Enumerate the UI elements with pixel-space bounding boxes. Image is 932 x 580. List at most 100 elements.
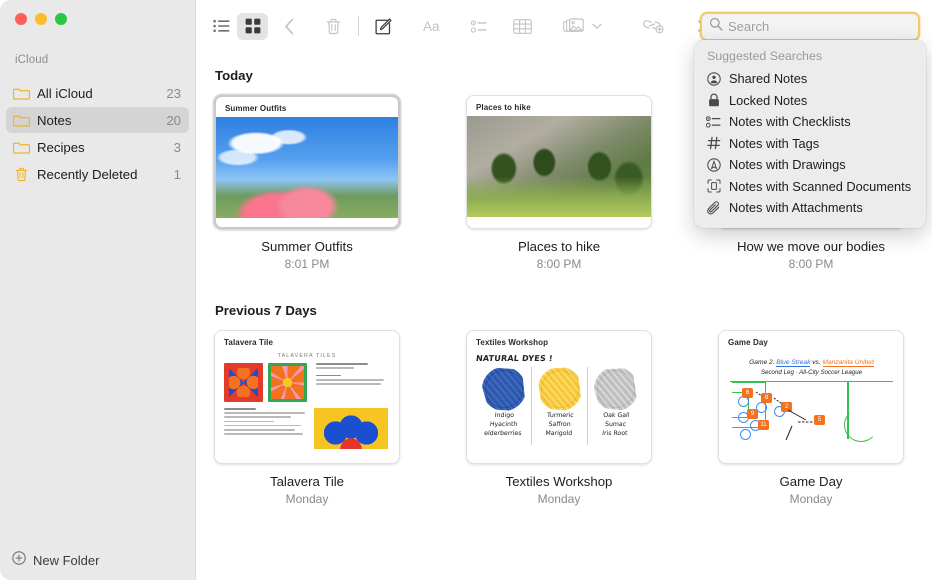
media-icon [563, 18, 584, 34]
paperclip-icon [706, 200, 721, 215]
folder-icon [13, 139, 30, 156]
note-card-places-to-hike[interactable]: Places to hike Places to hike 8:00 PM [466, 95, 652, 271]
note-thumb-heading: Places to hike [467, 96, 651, 116]
textiles-swatch-indigo: Indigo Hyacinth elderberries [476, 367, 531, 445]
format-button[interactable]: Aa [419, 13, 450, 40]
gameday-line-2: Second Leg · All-City Soccer League [730, 369, 893, 376]
sidebar-item-count: 20 [166, 113, 181, 128]
minimize-button[interactable] [35, 13, 47, 25]
sidebar-item-count: 1 [174, 167, 181, 182]
search-container: Search [700, 12, 920, 41]
suggestion-notes-with-drawings[interactable]: Notes with Drawings [694, 154, 926, 176]
sidebar-item-all-icloud[interactable]: All iCloud 23 [6, 80, 189, 106]
svg-text:Aa: Aa [423, 19, 440, 34]
sidebar-item-label: Recipes [37, 140, 174, 155]
aa-format-icon: Aa [423, 19, 447, 34]
note-thumbnail[interactable]: Game Day Game 2. Blue Streak vs. Manzani… [718, 330, 904, 464]
note-card-textiles-workshop[interactable]: Textiles Workshop NATURAL DYES ! Indigo … [466, 330, 652, 506]
list-view-button[interactable] [206, 13, 237, 40]
new-folder-button[interactable]: New Folder [0, 540, 195, 580]
sidebar: iCloud All iCloud 23 Notes 20 [0, 0, 196, 580]
note-title: Talavera Tile [214, 474, 400, 489]
sidebar-section-title: iCloud [15, 54, 48, 66]
field-center-arc [844, 408, 878, 442]
notes-row-previous-7-days: Talavera Tile TALAVERA TILES [214, 330, 932, 506]
table-button[interactable] [507, 13, 538, 40]
note-card-game-day[interactable]: Game Day Game 2. Blue Streak vs. Manzani… [718, 330, 904, 506]
gameday-vs: vs. [812, 359, 820, 366]
talavera-tile-b [268, 363, 307, 402]
note-card-summer-outfits[interactable]: Summer Outfits Summer Outfits 8:01 PM [214, 95, 400, 271]
suggestion-notes-with-scanned-documents[interactable]: Notes with Scanned Documents [694, 176, 926, 198]
new-folder-label: New Folder [33, 553, 99, 568]
swatch-label: Indigo Hyacinth elderberries [475, 412, 532, 439]
swatch-circle [485, 370, 523, 408]
swatch-circle [541, 370, 579, 408]
close-button[interactable] [15, 13, 27, 25]
note-date: Monday [466, 492, 652, 506]
suggestion-notes-with-tags[interactable]: Notes with Tags [694, 133, 926, 155]
lock-icon [706, 93, 721, 108]
talavera-process-block [224, 408, 308, 449]
note-date: Monday [718, 492, 904, 506]
talavera-lower-row [224, 408, 390, 449]
textiles-swatch-turmeric: Turmeric Saffron Marigold [531, 367, 587, 445]
suggestion-label: Locked Notes [729, 93, 807, 108]
suggestion-shared-notes[interactable]: Shared Notes [694, 68, 926, 90]
zoom-button[interactable] [55, 13, 67, 25]
gameday-prefix: Game 2. [749, 359, 774, 366]
note-thumb-image [216, 117, 398, 218]
sidebar-list: All iCloud 23 Notes 20 Recipes 3 [6, 80, 189, 188]
gallery-view-button[interactable] [237, 13, 268, 40]
suggested-searches-popover: Suggested Searches Shared Notes Locked N… [694, 40, 926, 228]
collaborate-link-icon [643, 18, 665, 34]
sidebar-item-notes[interactable]: Notes 20 [6, 107, 189, 133]
media-button[interactable] [558, 13, 589, 40]
suggestion-locked-notes[interactable]: Locked Notes [694, 90, 926, 112]
player-tag: 5 [814, 415, 825, 425]
checklist-button[interactable] [463, 13, 494, 40]
plus-circle-icon [12, 551, 26, 570]
sidebar-item-recipes[interactable]: Recipes 3 [6, 134, 189, 160]
note-title: Places to hike [466, 239, 652, 254]
talavera-tile-a [224, 363, 263, 402]
player-marker [740, 429, 751, 440]
player-tag: 2 [781, 402, 792, 412]
suggestion-notes-with-checklists[interactable]: Notes with Checklists [694, 111, 926, 133]
gameday-team-a: Blue Streak [776, 359, 810, 367]
note-thumb-heading: Summer Outfits [216, 97, 398, 117]
compose-button[interactable] [368, 13, 399, 40]
notes-window: iCloud All iCloud 23 Notes 20 [0, 0, 932, 580]
toolbar-separator [358, 16, 359, 36]
note-title: Textiles Workshop [466, 474, 652, 489]
drawing-icon [706, 157, 721, 172]
hashtag-icon [706, 136, 721, 151]
note-title: How we move our bodies [718, 239, 904, 254]
share-button[interactable] [638, 13, 669, 40]
suggestion-notes-with-attachments[interactable]: Notes with Attachments [694, 197, 926, 219]
sidebar-item-label: All iCloud [37, 86, 166, 101]
suggestion-label: Notes with Attachments [729, 200, 863, 215]
back-button[interactable] [274, 13, 305, 40]
player-tag: 8 [761, 393, 772, 403]
search-input[interactable]: Search [700, 12, 920, 41]
search-icon [709, 17, 723, 36]
note-date: 8:01 PM [214, 257, 400, 271]
talavera-tiles-row [224, 363, 390, 402]
note-thumbnail[interactable]: Talavera Tile TALAVERA TILES [214, 330, 400, 464]
note-card-talavera-tile[interactable]: Talavera Tile TALAVERA TILES [214, 330, 400, 506]
media-dropdown-button[interactable] [589, 13, 605, 40]
sidebar-item-recently-deleted[interactable]: Recently Deleted 1 [6, 161, 189, 187]
gameday-line-1: Game 2. Blue Streak vs. Manzanita United [730, 359, 893, 366]
note-thumbnail[interactable]: Textiles Workshop NATURAL DYES ! Indigo … [466, 330, 652, 464]
textiles-swatch-oak-gall: Oak Gall Sumac Iris Root [587, 367, 643, 445]
note-thumb-image: TALAVERA TILES [215, 351, 399, 454]
checklist-icon [706, 114, 721, 129]
note-thumbnail[interactable]: Places to hike [466, 95, 652, 229]
folder-icon [13, 112, 30, 129]
delete-button[interactable] [318, 13, 349, 40]
chevron-down-icon [592, 23, 602, 30]
note-thumbnail[interactable]: Summer Outfits [214, 95, 400, 229]
checklist-icon [471, 20, 487, 33]
scan-document-icon [706, 179, 721, 194]
